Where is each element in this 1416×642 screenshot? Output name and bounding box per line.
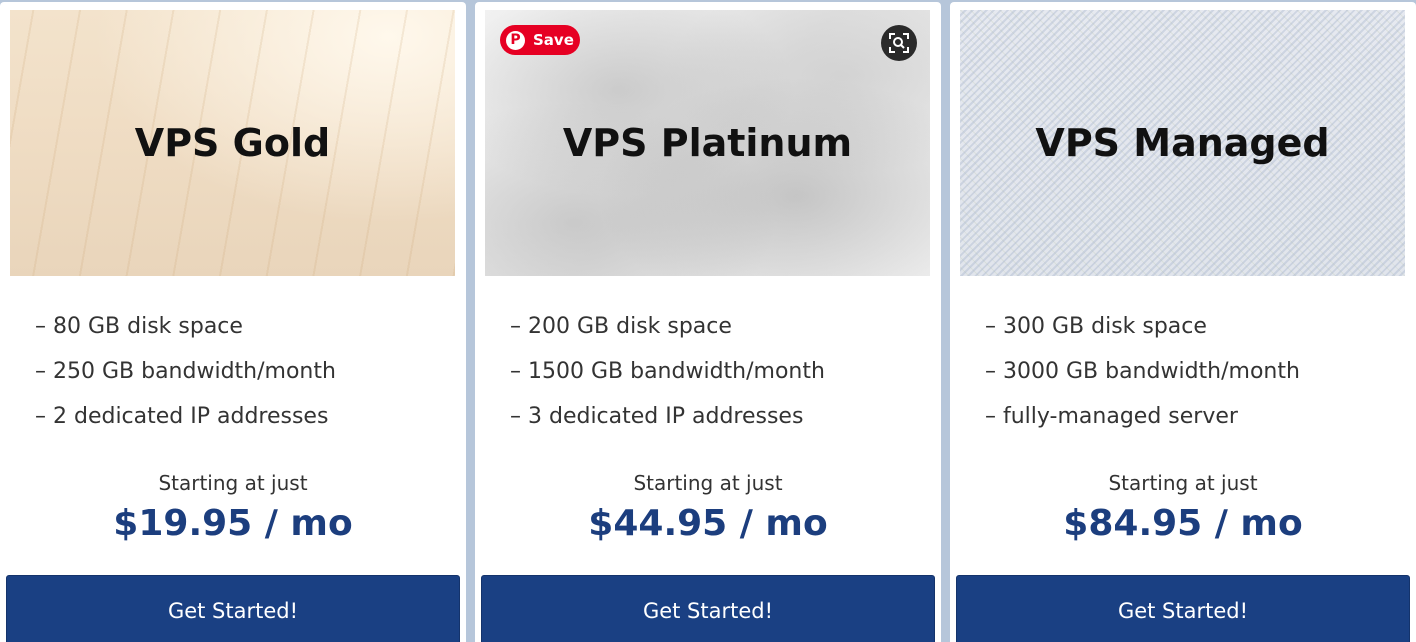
plan-card-platinum: VPS Platinum – 200 GB disk space – 1500 … (475, 2, 941, 642)
starting-label: Starting at just (1108, 471, 1258, 495)
feature-item: – fully-managed server (985, 404, 1238, 429)
visual-search-button[interactable] (881, 25, 917, 61)
plan-hero-image: VPS Gold (10, 10, 455, 276)
plan-price: $19.95 / mo (113, 503, 353, 544)
plan-price: $84.95 / mo (1063, 503, 1303, 544)
plan-hero-image: VPS Managed (960, 10, 1405, 276)
feature-item: – 3000 GB bandwidth/month (985, 359, 1300, 384)
feature-item: – 250 GB bandwidth/month (35, 359, 336, 384)
feature-item: – 1500 GB bandwidth/month (510, 359, 825, 384)
price-block: Starting at just $84.95 / mo (950, 468, 1416, 550)
starting-label: Starting at just (158, 471, 308, 495)
price-block: Starting at just $44.95 / mo (475, 468, 941, 550)
plan-card-gold: VPS Gold – 80 GB disk space – 250 GB ban… (0, 2, 466, 642)
feature-list: – 300 GB disk space – 3000 GB bandwidth/… (985, 307, 1300, 442)
feature-item: – 3 dedicated IP addresses (510, 404, 804, 429)
feature-list: – 200 GB disk space – 1500 GB bandwidth/… (510, 307, 825, 442)
feature-item: – 80 GB disk space (35, 314, 243, 339)
get-started-button[interactable]: Get Started! (481, 575, 935, 642)
pricing-row: VPS Gold – 80 GB disk space – 250 GB ban… (0, 0, 1416, 642)
price-block: Starting at just $19.95 / mo (0, 468, 466, 550)
starting-label: Starting at just (633, 471, 783, 495)
pinterest-icon: P (506, 30, 525, 50)
feature-item: – 2 dedicated IP addresses (35, 404, 329, 429)
feature-item: – 300 GB disk space (985, 314, 1207, 339)
plan-title: VPS Managed (1035, 121, 1330, 165)
feature-list: – 80 GB disk space – 250 GB bandwidth/mo… (35, 307, 336, 442)
get-started-button[interactable]: Get Started! (6, 575, 460, 642)
plan-title: VPS Gold (134, 121, 331, 165)
plan-card-managed: VPS Managed – 300 GB disk space – 3000 G… (950, 2, 1416, 642)
visual-search-icon (889, 33, 909, 53)
get-started-button[interactable]: Get Started! (956, 575, 1410, 642)
plan-price: $44.95 / mo (588, 503, 828, 544)
pinterest-save-button[interactable]: P Save (500, 25, 580, 55)
save-label: Save (533, 31, 574, 49)
feature-item: – 200 GB disk space (510, 314, 732, 339)
plan-title: VPS Platinum (562, 121, 853, 165)
